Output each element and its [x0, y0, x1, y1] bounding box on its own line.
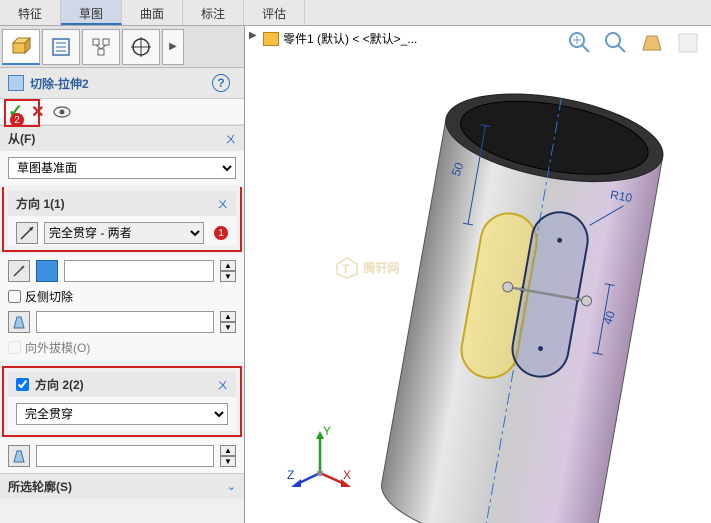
chevron-up-icon: ㄨ	[217, 377, 228, 393]
chevron-down-icon: ⌄	[227, 480, 236, 493]
section-from-label: 从(F)	[8, 130, 225, 147]
from-combo[interactable]: 草图基准面	[8, 157, 236, 179]
triad-z: Z	[287, 468, 294, 482]
dir1-end-condition[interactable]: 完全贯穿 - 两者	[44, 222, 204, 244]
cancel-button[interactable]: ✕	[31, 102, 44, 122]
section-dir2-label: 方向 2(2)	[35, 376, 217, 393]
feature-title-row: 切除-拉伸2 ?	[0, 68, 244, 99]
tab-surface[interactable]: 曲面	[122, 0, 183, 25]
help-icon[interactable]: ?	[212, 74, 230, 92]
axis-arrow-icon	[12, 264, 26, 278]
section-contour: 所选轮廓(S) ⌄	[0, 473, 244, 499]
spin-up[interactable]: ▲	[220, 311, 236, 322]
draft-spinner: ▲ ▼	[220, 311, 236, 333]
draft-icon	[11, 448, 27, 464]
draft-button[interactable]	[8, 311, 30, 333]
list-icon	[51, 37, 71, 57]
draft2-button[interactable]	[8, 445, 30, 467]
draft-outward-checkbox	[8, 341, 21, 354]
tab-feature[interactable]: 特征	[0, 0, 61, 25]
draft2-spinner: ▲ ▼	[220, 445, 236, 467]
chevron-up-icon: ㄨ	[225, 131, 236, 147]
tree-icon	[91, 37, 111, 57]
dir-spinner: ▲ ▼	[220, 260, 236, 282]
feature-manager-tab[interactable]	[2, 29, 40, 65]
cut-extrude-icon	[8, 75, 24, 91]
section-from-header[interactable]: 从(F) ㄨ	[0, 126, 244, 151]
preview-icon[interactable]	[53, 106, 71, 118]
property-tab[interactable]	[42, 29, 80, 65]
draft-value-box[interactable]	[36, 311, 214, 333]
section-contour-header[interactable]: 所选轮廓(S) ⌄	[0, 474, 244, 499]
direction-selection-box[interactable]	[64, 260, 214, 282]
tab-annotate[interactable]: 标注	[183, 0, 244, 25]
tab-evaluate[interactable]: 评估	[244, 0, 305, 25]
config-tab[interactable]	[82, 29, 120, 65]
main-area: ▶ 切除-拉伸2 ? ✓ ✕ 2 从(F) ㄨ 草图基准面	[0, 26, 711, 523]
spin-up[interactable]: ▲	[220, 260, 236, 271]
reverse-arrow-icon	[19, 225, 35, 241]
spin-down[interactable]: ▼	[220, 456, 236, 467]
spin-down[interactable]: ▼	[220, 271, 236, 282]
tab-sketch[interactable]: 草图	[61, 0, 122, 25]
reverse-cut-checkbox[interactable]	[8, 290, 21, 303]
section-contour-label: 所选轮廓(S)	[8, 478, 227, 495]
draft-outward-label: 向外拔模(O)	[25, 339, 90, 356]
feature-name: 切除-拉伸2	[30, 75, 89, 92]
watermark: T 腾轩网	[335, 256, 399, 280]
section-dir1-header[interactable]: 方向 1(1) ㄨ	[8, 191, 236, 216]
cube-icon	[10, 35, 32, 57]
confirm-row: ✓ ✕ 2	[0, 99, 244, 125]
spin-down[interactable]: ▼	[220, 322, 236, 333]
more-tab[interactable]: ▶	[162, 29, 184, 65]
section-dir1-label: 方向 1(1)	[16, 195, 217, 212]
manager-tabs: ▶	[0, 26, 244, 68]
command-tabs: 特征 草图 曲面 标注 评估	[0, 0, 711, 26]
section-dir1: 方向 1(1) ㄨ 完全贯穿 - 两者 1	[2, 187, 242, 252]
chevron-right-icon: ▶	[169, 41, 177, 52]
section-dir2-wrap: 方向 2(2) ㄨ 完全贯穿	[2, 366, 242, 437]
annotation-badge-2: 2	[10, 113, 24, 127]
section-dir2-header[interactable]: 方向 2(2) ㄨ	[8, 372, 236, 397]
dimxpert-tab[interactable]	[122, 29, 160, 65]
draft2-value-box[interactable]	[36, 445, 214, 467]
draft-icon	[11, 314, 27, 330]
reverse-direction-button[interactable]	[16, 222, 38, 244]
triad-x: X	[343, 468, 351, 482]
spin-up[interactable]: ▲	[220, 445, 236, 456]
svg-text:T: T	[342, 262, 350, 276]
target-icon	[131, 37, 151, 57]
direction-vector-button[interactable]	[8, 260, 30, 282]
dir2-end-condition[interactable]: 完全贯穿	[16, 403, 228, 425]
section-from: 从(F) ㄨ 草图基准面	[0, 125, 244, 185]
chevron-up-icon: ㄨ	[217, 196, 228, 212]
triad-y: Y	[323, 424, 331, 438]
annotation-badge-1: 1	[214, 226, 228, 240]
view-triad[interactable]: Y X Z	[285, 423, 355, 493]
dir2-enable-checkbox[interactable]	[16, 378, 29, 391]
selection-highlight	[36, 260, 58, 282]
property-manager: ▶ 切除-拉伸2 ? ✓ ✕ 2 从(F) ㄨ 草图基准面	[0, 26, 245, 523]
reverse-cut-label: 反侧切除	[25, 288, 73, 305]
graphics-viewport[interactable]: ▶ 零件1 (默认) < <默认>_...	[245, 26, 711, 523]
